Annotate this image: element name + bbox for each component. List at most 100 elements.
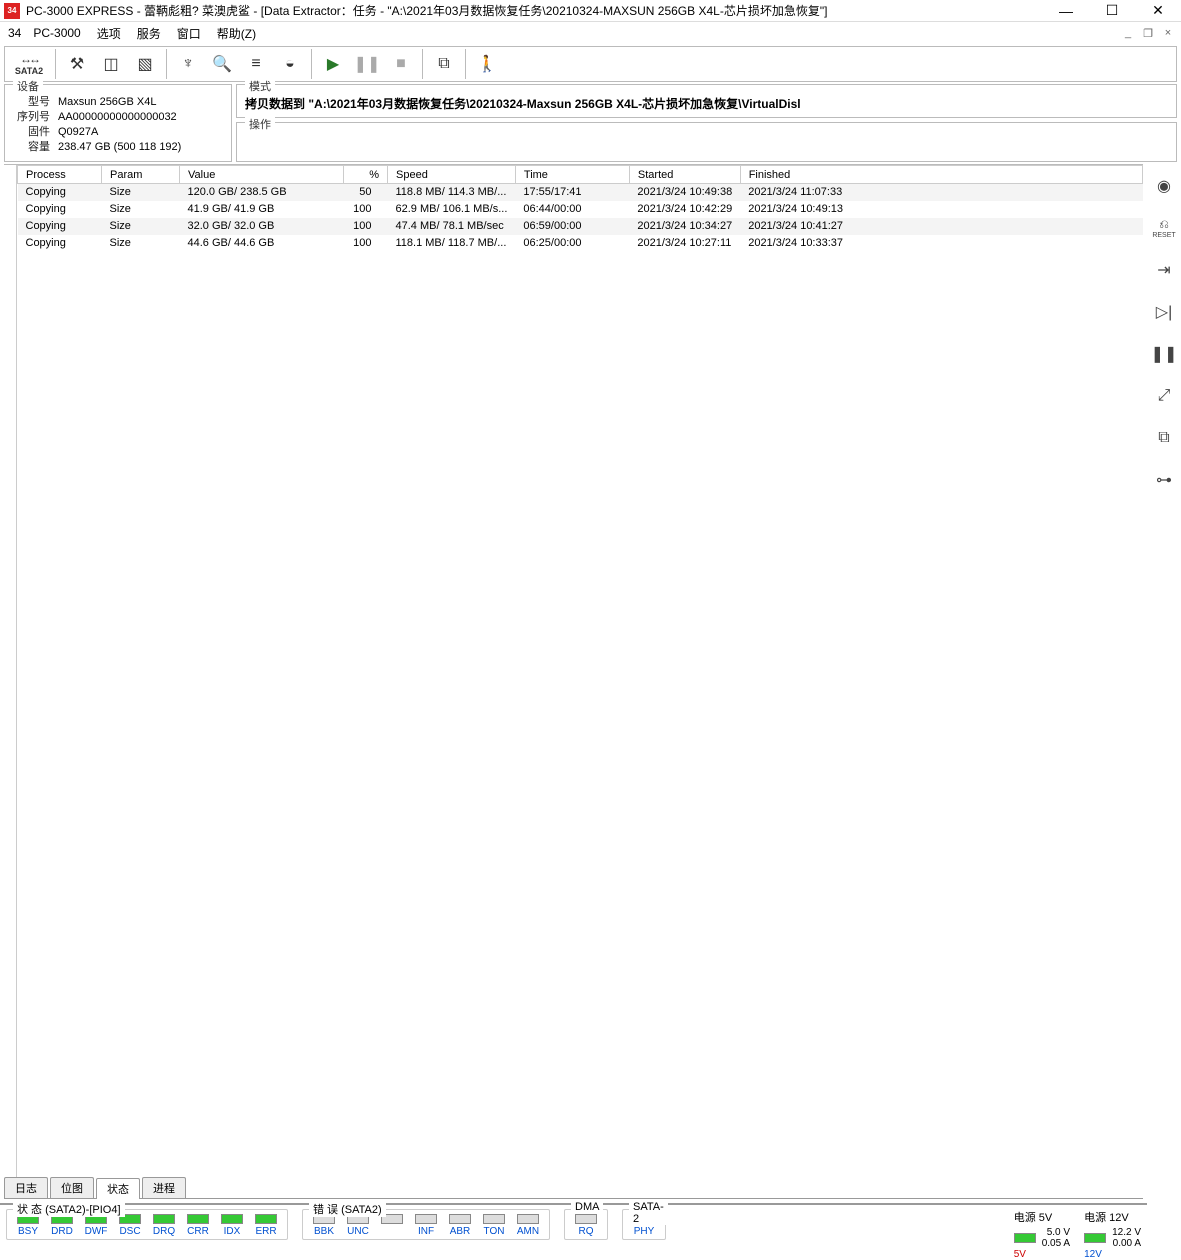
cell-started: 2021/3/24 10:42:29 xyxy=(629,201,740,218)
window-title: PC-3000 EXPRESS - 蕾鞆彪粗? 菜澳虎鲨 - [Data Ext… xyxy=(26,2,1043,19)
power5-label: 5V xyxy=(1014,1249,1026,1260)
menu-service[interactable]: 服务 xyxy=(129,23,169,44)
power-5v: 电源 5V 5.0 V0.05 A 5V xyxy=(1014,1209,1070,1260)
cell-finished: 2021/3/24 10:33:37 xyxy=(740,235,1142,252)
cell-time: 06:59/00:00 xyxy=(515,218,629,235)
sidebar-pause-icon[interactable]: ❚❚ xyxy=(1152,342,1176,366)
maximize-button[interactable]: ☐ xyxy=(1089,0,1135,22)
process-table[interactable]: Process Param Value % Speed Time Started… xyxy=(16,165,1143,1177)
cell-time: 17:55/17:41 xyxy=(515,184,629,201)
col-started[interactable]: Started xyxy=(629,166,740,184)
mdi-close-icon[interactable]: × xyxy=(1159,24,1177,42)
col-finished[interactable]: Finished xyxy=(740,166,1142,184)
col-percent[interactable]: % xyxy=(344,166,388,184)
sidebar-expand-icon[interactable]: ⤢ xyxy=(1152,384,1176,408)
col-value[interactable]: Value xyxy=(180,166,344,184)
cell-speed: 47.4 MB/ 78.1 MB/sec xyxy=(388,218,516,235)
indicator-label: CRR xyxy=(187,1226,209,1237)
firmware-label: 固件 xyxy=(13,125,54,140)
indicator-label: ABR xyxy=(450,1226,471,1237)
col-speed[interactable]: Speed xyxy=(388,166,516,184)
indicator-label: ERR xyxy=(255,1226,276,1237)
device-panel: 设备 型号Maxsun 256GB X4L 序列号AA0000000000000… xyxy=(4,84,232,162)
sata-legend: SATA-2 xyxy=(629,1201,668,1225)
tool-db-icon[interactable]: ◒ xyxy=(273,48,307,80)
cell-time: 06:44/00:00 xyxy=(515,201,629,218)
tool-sliders-icon[interactable]: ≡ xyxy=(239,48,273,80)
indicator-CRR: CRR xyxy=(183,1214,213,1237)
tab-progress[interactable]: 进程 xyxy=(142,1177,186,1198)
table-row[interactable]: CopyingSize41.9 GB/ 41.9 GB10062.9 MB/ 1… xyxy=(18,201,1143,218)
cell-time: 06:25/00:00 xyxy=(515,235,629,252)
menu-options[interactable]: 选项 xyxy=(89,23,129,44)
capacity-value: 238.47 GB (500 118 192) xyxy=(54,140,185,155)
menu-app-icon[interactable]: 34 xyxy=(4,24,25,42)
col-process[interactable]: Process xyxy=(18,166,102,184)
indicator-label: PHY xyxy=(634,1226,655,1237)
minimize-button[interactable]: — xyxy=(1043,0,1089,22)
play-button[interactable]: ▶ xyxy=(316,48,350,80)
power5-legend: 电源 5V xyxy=(1014,1209,1053,1225)
indicator-INF: INF xyxy=(411,1214,441,1237)
stop-button[interactable]: ■ xyxy=(384,48,418,80)
close-button[interactable]: ✕ xyxy=(1135,0,1181,22)
power5-led-icon xyxy=(1014,1233,1036,1243)
mdi-minimize-icon[interactable]: _ xyxy=(1119,24,1137,42)
cell-value: 32.0 GB/ 32.0 GB xyxy=(180,218,344,235)
tool-percent-icon[interactable]: ▧ xyxy=(128,48,162,80)
col-param[interactable]: Param xyxy=(102,166,180,184)
serial-value: AA00000000000000032 xyxy=(54,110,185,125)
cell-speed: 118.8 MB/ 114.3 MB/... xyxy=(388,184,516,201)
cell-pct: 50 xyxy=(344,184,388,201)
tab-bitmap[interactable]: 位图 xyxy=(50,1177,94,1198)
indicator-BSY: BSY xyxy=(13,1214,43,1237)
cell-param: Size xyxy=(102,201,180,218)
indicator-TON: TON xyxy=(479,1214,509,1237)
indicator-label: DSC xyxy=(119,1226,140,1237)
cell-finished: 2021/3/24 10:41:27 xyxy=(740,218,1142,235)
led-icon xyxy=(221,1214,243,1224)
sidebar-power-icon[interactable]: ◉ xyxy=(1152,174,1176,198)
sidebar-tool1-icon[interactable]: ⇥ xyxy=(1152,258,1176,282)
menu-help[interactable]: 帮助(Z) xyxy=(209,23,264,44)
pause-button[interactable]: ❚❚ xyxy=(350,48,384,80)
status-area: 状 态 (SATA2)-[PIO4] BSYDRDDWFDSCDRQCRRIDX… xyxy=(0,1203,1147,1259)
sidebar-copy-icon[interactable]: ⧉ xyxy=(1152,426,1176,450)
menu-window[interactable]: 窗口 xyxy=(169,23,209,44)
cell-param: Size xyxy=(102,184,180,201)
col-time[interactable]: Time xyxy=(515,166,629,184)
sidebar-link-icon[interactable]: ⊶ xyxy=(1152,468,1176,492)
indicator-ABR: ABR xyxy=(445,1214,475,1237)
copy-button[interactable]: ⧉ xyxy=(427,48,461,80)
menu-pc3000[interactable]: PC-3000 xyxy=(25,24,88,42)
table-row[interactable]: CopyingSize44.6 GB/ 44.6 GB100118.1 MB/ … xyxy=(18,235,1143,252)
tool-binocular-icon[interactable]: 🔍 xyxy=(205,48,239,80)
cell-process: Copying xyxy=(18,235,102,252)
indicator-label: RQ xyxy=(579,1226,594,1237)
error-legend: 错 误 (SATA2) xyxy=(309,1201,386,1217)
indicator-label: UNC xyxy=(347,1226,369,1237)
sata-port-button[interactable]: ↔↔ SATA2 xyxy=(7,48,51,80)
table-row[interactable]: CopyingSize32.0 GB/ 32.0 GB10047.4 MB/ 7… xyxy=(18,218,1143,235)
mdi-restore-icon[interactable]: ❐ xyxy=(1139,24,1157,42)
indicator-BBK: BBK xyxy=(309,1214,339,1237)
cell-started: 2021/3/24 10:27:11 xyxy=(629,235,740,252)
table-row[interactable]: CopyingSize120.0 GB/ 238.5 GB50118.8 MB/… xyxy=(18,184,1143,201)
indicator-DRQ: DRQ xyxy=(149,1214,179,1237)
sidebar-reset-button[interactable]: ⎌RESET xyxy=(1152,216,1176,240)
sidebar-play-icon[interactable]: ▷| xyxy=(1152,300,1176,324)
operation-legend: 操作 xyxy=(245,116,275,132)
tab-status[interactable]: 状态 xyxy=(96,1178,140,1199)
reset-icon: ⎌ xyxy=(1159,217,1169,232)
indicator-label: INF xyxy=(418,1226,434,1237)
tool-hammer-icon[interactable]: ⚒ xyxy=(60,48,94,80)
tool-meter-icon[interactable]: ◫ xyxy=(94,48,128,80)
tool-tree-icon[interactable]: ♆ xyxy=(171,48,205,80)
cell-value: 44.6 GB/ 44.6 GB xyxy=(180,235,344,252)
power12-a: 0.00 A xyxy=(1113,1238,1141,1249)
led-icon xyxy=(153,1214,175,1224)
exit-icon[interactable]: 🚶 xyxy=(470,48,504,80)
tab-log[interactable]: 日志 xyxy=(4,1177,48,1198)
power12-legend: 电源 12V xyxy=(1084,1209,1129,1225)
power12-label: 12V xyxy=(1084,1249,1102,1260)
